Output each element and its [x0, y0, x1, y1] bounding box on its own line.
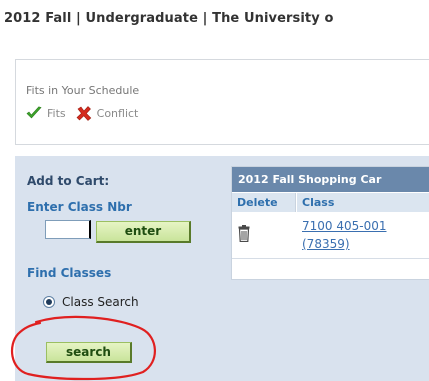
trash-icon[interactable] — [238, 225, 250, 246]
enter-button[interactable]: enter — [96, 221, 191, 243]
green-check-icon — [26, 106, 42, 119]
enter-class-nbr-label: Enter Class Nbr — [27, 200, 132, 214]
class-section-link[interactable]: 7100 405-001 — [302, 218, 387, 235]
legend-row: Fits Conflict — [26, 104, 138, 122]
legend-conflict: Conflict — [76, 105, 139, 121]
cart-title: 2012 Fall Shopping Car — [232, 167, 429, 192]
find-classes-label: Find Classes — [27, 266, 112, 280]
class-search-label: Class Search — [62, 295, 139, 309]
class-nbr-input[interactable] — [45, 220, 91, 239]
column-header-class: Class — [297, 193, 429, 212]
shopping-cart-grid: 2012 Fall Shopping Car Delete Class 7100… — [231, 166, 429, 280]
legend-conflict-label: Conflict — [96, 106, 139, 120]
legend-fits-label: Fits — [47, 106, 66, 120]
page: 2012 Fall | Undergraduate | The Universi… — [0, 0, 429, 381]
term-title: 2012 Fall | Undergraduate | The Universi… — [4, 11, 334, 26]
search-button[interactable]: search — [46, 342, 132, 363]
row-divider — [232, 258, 429, 259]
class-nbr-link[interactable]: (78359) — [302, 236, 350, 253]
add-to-cart-heading: Add to Cart: — [27, 174, 110, 188]
class-search-radio[interactable] — [43, 296, 55, 308]
legend-fits: Fits — [26, 106, 66, 120]
schedule-legend-box — [15, 59, 429, 145]
red-x-icon — [76, 105, 91, 121]
legend-title: Fits in Your Schedule — [26, 84, 140, 97]
column-header-delete: Delete — [232, 193, 296, 212]
